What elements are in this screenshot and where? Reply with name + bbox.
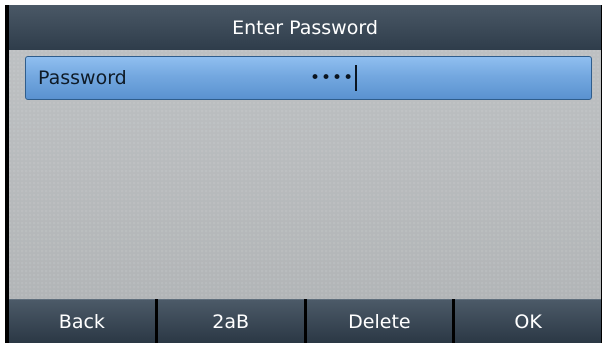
softkey-bar: Back 2aB Delete OK [9, 299, 601, 343]
title-bar: Enter Password [9, 5, 601, 50]
ok-button[interactable]: OK [455, 299, 601, 343]
input-mode-button[interactable]: 2aB [157, 299, 304, 343]
back-button[interactable]: Back [9, 299, 155, 343]
phone-screen: Enter Password Password •••• Back 2aB De… [5, 5, 602, 343]
password-label: Password [38, 67, 127, 89]
password-input[interactable]: •••• [310, 57, 358, 99]
delete-button[interactable]: Delete [306, 299, 453, 343]
password-masked-value: •••• [310, 68, 355, 88]
content-area: Password •••• [9, 50, 601, 299]
text-cursor [355, 65, 358, 91]
page-title: Enter Password [232, 16, 378, 39]
password-field[interactable]: Password •••• [25, 56, 592, 100]
